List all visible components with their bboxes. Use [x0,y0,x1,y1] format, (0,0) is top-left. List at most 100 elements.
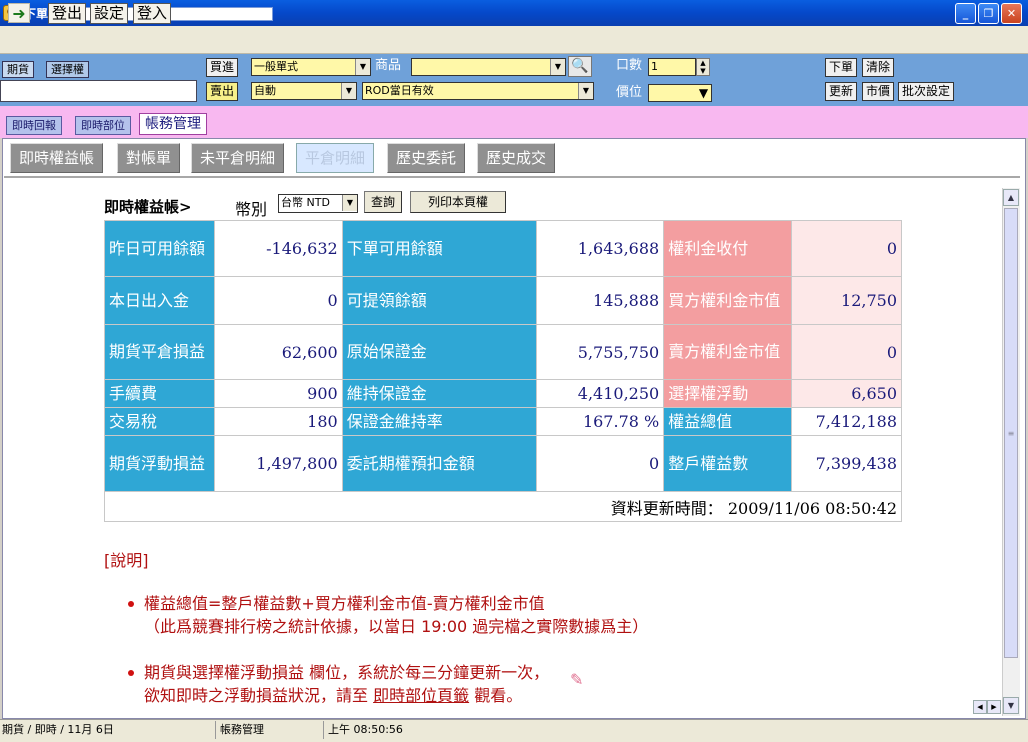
label-cell: 權利金收付 [663,220,792,277]
status-section: 帳務管理 [218,721,324,739]
batch-settings-button[interactable]: 批次設定 [898,82,955,101]
table-row: 期貨浮動損益 1,497,800 委託期權預扣金額 0 整戶權益數 7,399,… [104,435,903,492]
product-label: 商品 [375,58,402,73]
scroll-right-icon[interactable]: ▶ [987,700,1001,714]
label-cell: 手續費 [104,379,215,408]
update-time-value: 2009/11/06 08:50:42 [727,498,897,518]
pen-icon: ✎ [570,670,584,689]
label-cell: 整戶權益數 [663,435,792,492]
chevron-down-icon: ▼ [342,195,357,211]
table-row: 期貨平倉損益 62,600 原始保證金 5,755,750 賣方權利金市值 0 [104,324,903,380]
subtab-trade-history[interactable]: 歷史成交 [477,143,556,173]
tab-account-management[interactable]: 帳務管理 [139,113,207,135]
restore-button[interactable]: ❐ [978,3,999,24]
qty-input[interactable]: 1 [648,58,696,76]
value-cell: 1,497,800 [213,435,343,492]
minimize-button[interactable]: _ [955,3,976,24]
account-input[interactable] [0,80,197,102]
exit-icon[interactable]: ➜ [8,3,30,23]
status-time: 上午 08:50:56 [328,723,403,736]
scroll-thumb[interactable]: ≡ [1004,208,1018,658]
logout-button[interactable]: 登出 [48,3,87,24]
note-line: 欲知即時之浮動損益狀況，請至 [144,686,374,705]
clear-button[interactable]: 清除 [862,58,895,77]
market-price-button[interactable]: 市價 [862,82,895,101]
label-cell: 賣方權利金市值 [663,324,792,380]
value-cell: 0 [213,276,343,325]
value-cell: 0 [790,324,903,380]
sell-button[interactable]: 賣出 [206,82,239,101]
value-cell: 6,650 [790,379,903,408]
price-input[interactable]: ▼ [648,84,712,102]
chevron-down-icon: ▼ [550,59,565,75]
label-cell: 買方權利金市值 [663,276,792,325]
search-icon[interactable]: 🔍 [568,56,592,77]
table-row: 昨日可用餘額 -146,632 下單可用餘額 1,643,688 權利金收付 0 [104,220,903,277]
time-in-force-select[interactable]: ROD當日有效 ▼ [362,82,594,100]
buy-button[interactable]: 買進 [206,58,239,77]
chevron-down-icon: ▼ [696,85,711,101]
value-cell: 5,755,750 [536,324,665,380]
status-market: 期貨 / 即時 / 11月 6日 [0,721,216,739]
label-cell: 交易稅 [104,407,215,436]
auto-select[interactable]: 自動 ▼ [251,82,357,100]
chevron-down-icon: ▼ [341,83,356,99]
futures-tab[interactable]: 期貨 [2,61,34,78]
query-button[interactable]: 查詢 [364,191,402,213]
label-cell: 選擇權浮動 [663,379,792,408]
subtab-order-history[interactable]: 歷史委託 [387,143,466,173]
tab-realtime-report[interactable]: 即時回報 [6,116,62,135]
section-heading: 即時權益帳> [104,198,192,216]
scroll-left-icon[interactable]: ◀ [973,700,987,714]
close-button[interactable]: ✕ [1001,3,1022,24]
note-line: 觀看。 [469,686,523,705]
subtab-divider [4,176,1020,178]
note-line: （此爲競賽排行榜之統計依據，以當日 19:00 過完檔之實際數據爲主） [144,617,649,636]
value-cell: 145,888 [536,276,665,325]
update-time-cell: 資料更新時間： 2009/11/06 08:50:42 [104,491,902,522]
label-cell: 期貨浮動損益 [104,435,215,492]
value-cell: 4,410,250 [536,379,665,408]
options-tab[interactable]: 選擇權 [46,61,89,78]
value-cell: 900 [213,379,343,408]
subtab-closed-positions[interactable]: 平倉明細 [296,143,375,173]
value-cell: 12,750 [790,276,903,325]
value-cell: -146,632 [213,220,343,277]
qty-stepper[interactable]: ▲ ▼ [696,58,710,76]
table-row: 資料更新時間： 2009/11/06 08:50:42 [104,491,902,522]
realtime-position-link[interactable]: 即時部位頁籤 [373,686,469,705]
note-line: 權益總值=整戶權益數+買方權利金市值-賣方權利金市值 [144,594,545,613]
login-button[interactable]: 登入 [133,3,172,24]
label-cell: 原始保證金 [341,324,538,380]
notes-title: [說明] [104,551,149,570]
note-item: 期貨與選擇權浮動損益 欄位，系統於每三分鐘更新一次， 欲知即時之浮動損益狀況，請… [128,661,550,707]
subtab-realtime-equity[interactable]: 即時權益帳 [10,143,104,173]
refresh-button[interactable]: 更新 [825,82,858,101]
order-type-select[interactable]: 一般單式 ▼ [251,58,371,76]
value-cell: 7,412,188 [790,407,903,436]
scroll-up-icon[interactable]: ▲ [1003,189,1019,206]
label-cell: 本日出入金 [104,276,215,325]
bullet-icon [128,670,134,676]
place-order-button[interactable]: 下單 [825,58,858,77]
qty-label: 口數 [616,58,643,73]
label-cell: 保證金維持率 [341,407,538,436]
label-cell: 下單可用餘額 [341,220,538,277]
currency-select[interactable]: 台幣 NTD ▼ [278,194,358,213]
subtab-open-positions[interactable]: 未平倉明細 [191,143,285,173]
table-row: 交易稅 180 保證金維持率 167.78 % 權益總值 7,412,188 [104,407,903,436]
table-row: 本日出入金 0 可提領餘額 145,888 買方權利金市值 12,750 [104,276,903,325]
note-line: 期貨與選擇權浮動損益 欄位，系統於每三分鐘更新一次， [144,663,550,682]
tab-realtime-position[interactable]: 即時部位 [75,116,131,135]
chevron-down-icon: ▼ [578,83,593,99]
subtab-statement[interactable]: 對帳單 [117,143,181,173]
product-select[interactable]: ▼ [411,58,566,76]
currency-label: 幣別 [235,200,268,219]
update-time-label: 資料更新時間： [610,498,723,518]
equity-table: 昨日可用餘額 -146,632 下單可用餘額 1,643,688 權利金收付 0… [104,220,903,522]
table-row: 手續費 900 維持保證金 4,410,250 選擇權浮動 6,650 [104,379,903,408]
label-cell: 維持保證金 [341,379,538,408]
settings-button[interactable]: 設定 [90,3,129,24]
scroll-down-icon[interactable]: ▼ [1003,697,1019,714]
print-button[interactable]: 列印本頁權 [410,191,506,213]
